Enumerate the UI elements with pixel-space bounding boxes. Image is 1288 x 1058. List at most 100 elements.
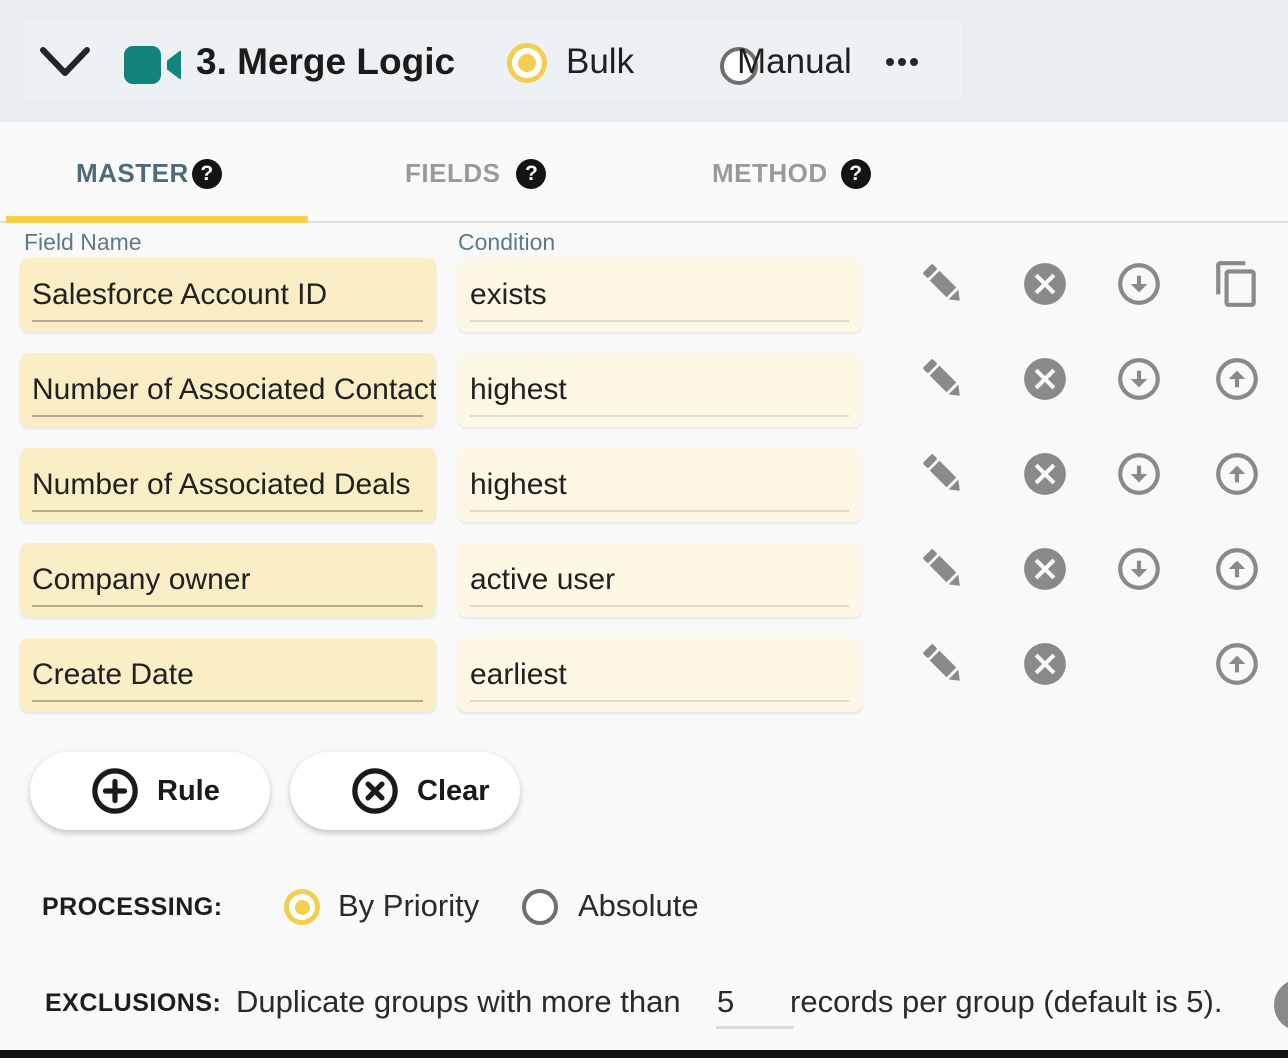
chevron-down-icon[interactable] <box>36 42 94 89</box>
copy-icon[interactable] <box>1212 259 1262 309</box>
tab-master-label: MASTER <box>76 158 189 189</box>
radio-absolute-label[interactable]: Absolute <box>578 888 699 924</box>
exclusions-count-input[interactable]: 5 <box>717 984 793 1020</box>
row-actions <box>918 449 1264 499</box>
add-rule-label: Rule <box>157 775 220 808</box>
delete-icon[interactable] <box>1020 354 1070 404</box>
row-actions <box>918 544 1264 594</box>
tab-bar: MASTER ? FIELDS ? METHOD ? <box>0 122 1288 223</box>
clear-rules-button[interactable]: Clear <box>290 752 520 830</box>
add-circle-icon <box>89 765 141 817</box>
field-name-input[interactable]: Company owner <box>20 543 436 617</box>
tab-method[interactable]: METHOD ? <box>712 158 871 189</box>
field-name-input[interactable]: Salesforce Account ID <box>20 258 436 332</box>
move-down-icon[interactable] <box>1114 354 1164 404</box>
edge-action-button[interactable] <box>1274 979 1288 1031</box>
field-name-value: Create Date <box>20 658 194 692</box>
radio-by-priority-label[interactable]: By Priority <box>338 888 479 924</box>
condition-value: exists <box>458 278 547 312</box>
tab-method-label: METHOD <box>712 158 828 189</box>
clear-rules-label: Clear <box>417 775 490 808</box>
rule-row: Create Date earliest <box>0 638 1288 712</box>
radio-bulk-label[interactable]: Bulk <box>566 42 634 82</box>
help-icon[interactable]: ? <box>516 159 546 189</box>
exclusions-text-after: records per group (default is 5). <box>790 984 1223 1020</box>
field-name-value: Salesforce Account ID <box>20 278 327 312</box>
input-underline <box>470 700 849 702</box>
delete-icon[interactable] <box>1020 259 1070 309</box>
input-underline <box>32 510 423 512</box>
row-actions <box>918 639 1264 689</box>
field-name-value: Number of Associated Deals <box>20 468 411 502</box>
rule-row: Company owner active user <box>0 543 1288 617</box>
edit-icon[interactable] <box>918 639 968 689</box>
exclusions-label: EXCLUSIONS: <box>45 989 221 1018</box>
input-underline <box>716 1026 794 1029</box>
input-underline <box>32 415 423 417</box>
condition-value: highest <box>458 468 567 502</box>
field-name-value: Number of Associated Contacts <box>20 373 436 407</box>
help-icon[interactable]: ? <box>841 159 871 189</box>
add-rule-button[interactable]: Rule <box>30 752 270 830</box>
condition-input[interactable]: active user <box>458 543 862 617</box>
row-actions <box>918 259 1264 309</box>
condition-input[interactable]: exists <box>458 258 862 332</box>
help-icon[interactable]: ? <box>192 159 222 189</box>
rule-row: Number of Associated Deals highest <box>0 448 1288 522</box>
edit-icon[interactable] <box>918 259 968 309</box>
move-up-icon[interactable] <box>1212 639 1262 689</box>
more-options-icon[interactable] <box>886 58 918 66</box>
input-underline <box>470 605 849 607</box>
exclusions-text-before: Duplicate groups with more than <box>236 984 681 1020</box>
field-name-input[interactable]: Number of Associated Deals <box>20 448 436 522</box>
column-header-field-name: Field Name <box>24 229 142 256</box>
input-underline <box>32 605 423 607</box>
input-underline <box>470 415 849 417</box>
clear-circle-icon <box>349 765 401 817</box>
field-name-input[interactable]: Create Date <box>20 638 436 712</box>
column-header-condition: Condition <box>458 229 555 256</box>
processing-label: PROCESSING: <box>42 893 223 922</box>
edit-icon[interactable] <box>918 449 968 499</box>
video-camera-icon <box>122 40 184 95</box>
input-underline <box>32 320 423 322</box>
condition-input[interactable]: highest <box>458 448 862 522</box>
row-actions <box>918 354 1264 404</box>
tab-master[interactable]: MASTER ? <box>76 158 222 189</box>
move-down-icon[interactable] <box>1114 449 1164 499</box>
radio-manual-label[interactable]: Manual <box>737 42 852 82</box>
delete-icon[interactable] <box>1020 544 1070 594</box>
rule-row: Salesforce Account ID exists <box>0 258 1288 332</box>
condition-value: active user <box>458 563 615 597</box>
radio-absolute[interactable] <box>522 889 558 925</box>
merge-logic-panel: 3. Merge Logic Bulk Manual MASTER ? FIEL… <box>0 0 1288 1058</box>
move-up-icon[interactable] <box>1212 544 1262 594</box>
active-tab-indicator <box>6 216 308 223</box>
edit-icon[interactable] <box>918 544 968 594</box>
tab-fields[interactable]: FIELDS ? <box>405 158 546 189</box>
rule-row: Number of Associated Contacts highest <box>0 353 1288 427</box>
rules-list: Salesforce Account ID exists Number of A… <box>0 258 1288 733</box>
field-name-value: Company owner <box>20 563 250 597</box>
input-underline <box>32 700 423 702</box>
move-up-icon[interactable] <box>1212 354 1262 404</box>
move-up-icon[interactable] <box>1212 449 1262 499</box>
section-header: 3. Merge Logic Bulk Manual <box>0 0 1288 122</box>
condition-input[interactable]: earliest <box>458 638 862 712</box>
move-down-icon[interactable] <box>1114 259 1164 309</box>
delete-icon[interactable] <box>1020 449 1070 499</box>
move-down-icon[interactable] <box>1114 544 1164 594</box>
edit-icon[interactable] <box>918 354 968 404</box>
tab-fields-label: FIELDS <box>405 158 500 189</box>
input-underline <box>470 510 849 512</box>
radio-by-priority[interactable] <box>284 889 320 925</box>
condition-value: earliest <box>458 658 567 692</box>
delete-icon[interactable] <box>1020 639 1070 689</box>
field-name-input[interactable]: Number of Associated Contacts <box>20 353 436 427</box>
page-title: 3. Merge Logic <box>196 41 455 83</box>
condition-input[interactable]: highest <box>458 353 862 427</box>
input-underline <box>470 320 849 322</box>
bottom-divider <box>0 1050 1288 1058</box>
radio-bulk[interactable] <box>507 43 547 83</box>
condition-value: highest <box>458 373 567 407</box>
